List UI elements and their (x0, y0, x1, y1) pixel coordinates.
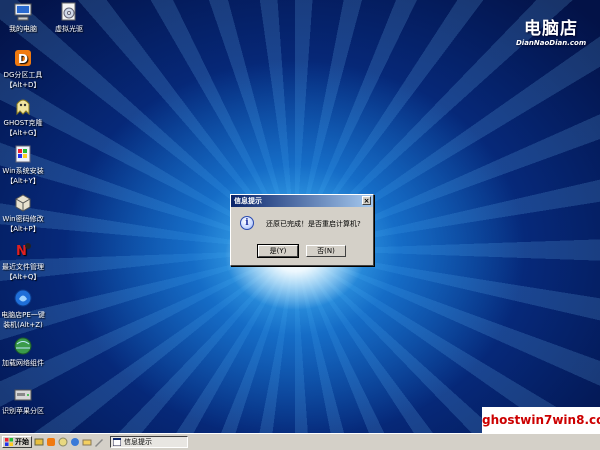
icon-shortcut: 【Alt+Y】 (6, 177, 40, 185)
icon-label: 加载网络组件 (2, 359, 44, 367)
brand-logo: 电脑店 DianNaoDian.com (516, 14, 586, 47)
icon-label: 识别苹果分区 (2, 407, 44, 415)
quicklaunch-network-icon[interactable] (70, 437, 80, 447)
quicklaunch-partition-icon[interactable] (46, 437, 56, 447)
info-icon: i (240, 216, 254, 230)
icon-label: 最近文件管理 (2, 263, 44, 271)
taskbar-item-dialog[interactable]: 信息提示 (110, 436, 188, 448)
quicklaunch-tool-icon[interactable] (34, 437, 44, 447)
partition-tool-icon: D (15, 50, 31, 66)
icon-label: DG分区工具 (3, 71, 43, 79)
taskbar-item-label: 信息提示 (124, 438, 152, 446)
icon-label: 电脑店PE一键 (1, 311, 45, 319)
taskbar: 开始 信息提示 (0, 433, 600, 450)
pe-one-key-icon[interactable]: 电脑店PE一键 装机(Alt+Z) (0, 288, 46, 330)
dialog-titlebar[interactable]: 信息提示 × (231, 195, 373, 207)
apple-partition-icon[interactable]: 识别苹果分区 (0, 384, 46, 416)
logo-main: 电脑店 (524, 19, 578, 39)
disc-icon (61, 2, 76, 21)
recent-files-icon[interactable]: N 最近文件管理 【Alt+Q】 (0, 240, 46, 282)
icon-shortcut: 【Alt+P】 (6, 225, 40, 233)
ghost-icon (16, 99, 30, 116)
dialog-message: 还原已完成！是否重启计算机? (266, 220, 361, 228)
icon-label: 虚拟光驱 (55, 25, 83, 33)
message-dialog: 信息提示 × i 还原已完成！是否重启计算机? 是(Y) 否(N) (230, 194, 374, 266)
close-button[interactable]: × (362, 196, 371, 205)
computer-icon (14, 3, 32, 21)
globe-icon (14, 337, 32, 355)
box-icon (15, 194, 31, 212)
watermark: ghostwin7win8.com (482, 407, 600, 433)
windows-flag-icon (5, 438, 13, 446)
icon-label: GHOST克隆 (3, 119, 43, 127)
icon-shortcut: 【Alt+D】 (5, 81, 41, 89)
icon-shortcut: 装机(Alt+Z) (3, 321, 43, 329)
yes-button[interactable]: 是(Y) (257, 244, 299, 258)
dialog-title: 信息提示 (234, 197, 262, 205)
icon-shortcut: 【Alt+G】 (5, 129, 41, 137)
logo-sub: DianNaoDian.com (516, 39, 587, 47)
my-computer-icon[interactable]: 我的电脑 (0, 2, 46, 34)
svg-text:D: D (18, 52, 28, 66)
win-install-icon[interactable]: Win系统安装 【Alt+Y】 (0, 144, 46, 186)
quicklaunch-folder-icon[interactable] (82, 437, 92, 447)
drive-icon (14, 389, 32, 401)
start-button[interactable]: 开始 (2, 436, 32, 448)
virtual-drive-icon[interactable]: 虚拟光驱 (46, 2, 92, 34)
quicklaunch-pen-icon[interactable] (94, 437, 104, 447)
icon-label: 我的电脑 (9, 25, 37, 33)
pe-install-icon (14, 289, 32, 307)
dg-partition-icon[interactable]: D DG分区工具 【Alt+D】 (0, 48, 46, 90)
no-button[interactable]: 否(N) (306, 245, 346, 257)
load-network-icon[interactable]: 加载网络组件 (0, 336, 46, 368)
desktop: 我的电脑 虚拟光驱 D DG分区工具 【Alt+D】 GHOST克隆 【Alt+… (0, 0, 600, 433)
icon-shortcut: 【Alt+Q】 (5, 273, 41, 281)
icon-label: Win系统安装 (2, 167, 44, 175)
start-label: 开始 (15, 438, 29, 446)
win-password-icon[interactable]: Win密码修改 【Alt+P】 (0, 192, 46, 234)
window-icon (113, 438, 121, 446)
ghost-clone-icon[interactable]: GHOST克隆 【Alt+G】 (0, 96, 46, 138)
quicklaunch-ghost-icon[interactable] (58, 437, 68, 447)
icon-label: Win密码修改 (2, 215, 44, 223)
install-disc-icon (15, 145, 31, 163)
tool-icon: N (16, 243, 31, 259)
